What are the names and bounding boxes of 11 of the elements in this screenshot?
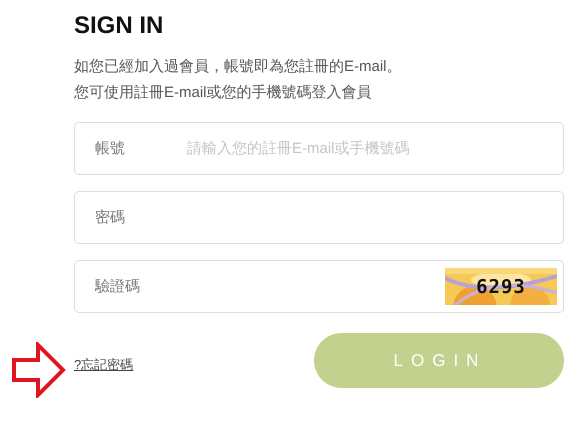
password-field[interactable]: 密碼: [74, 191, 564, 244]
captcha-image: 6293: [445, 268, 557, 305]
arrow-icon: [12, 342, 66, 398]
page-title: SIGN IN: [74, 11, 164, 41]
field-label: 密碼: [95, 208, 126, 227]
intro-text: 如您已經加入過會員，帳號即為您註冊的E-mail。 您可使用註冊E-mail或您的手機號碼登入會員: [74, 57, 403, 103]
account-input[interactable]: 請輸入您的註冊E-mail或手機號碼: [187, 140, 557, 157]
field-label: 帳號: [95, 139, 126, 158]
captcha-field[interactable]: 驗證碼 6293: [74, 260, 564, 313]
field-label: 驗證碼: [95, 277, 141, 296]
forgot-password-link[interactable]: ?忘記密碼: [74, 356, 134, 374]
